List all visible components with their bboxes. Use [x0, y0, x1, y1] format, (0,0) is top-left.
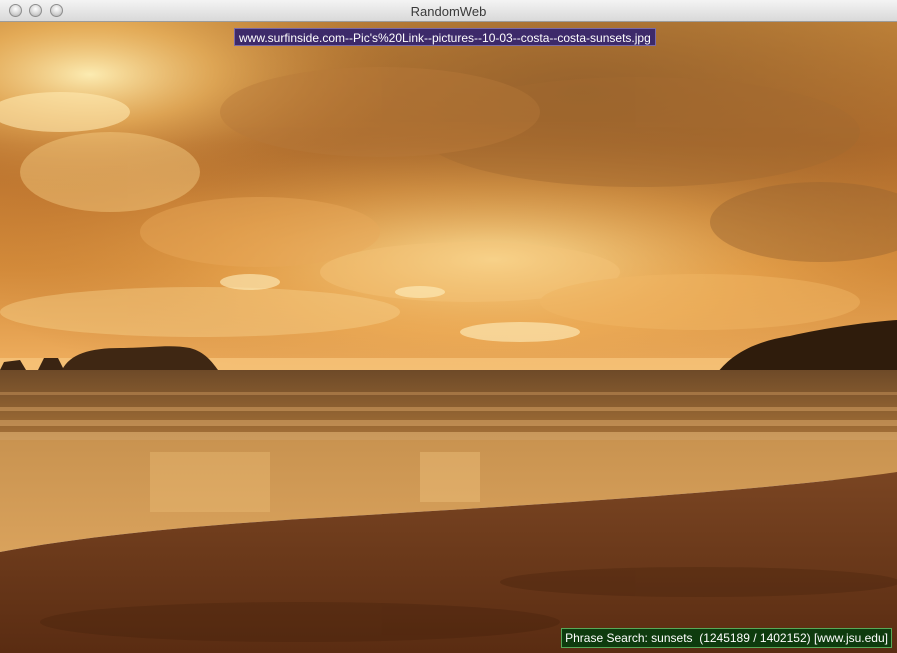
status-label: Phrase Search: sunsets (1245189 / 140215… [561, 628, 892, 648]
window-title: RandomWeb [410, 4, 487, 19]
sunset-beach-photo [0, 22, 897, 653]
image-viewer: www.surfinside.com--Pic's%20Link--pictur… [0, 22, 897, 653]
title-bar[interactable]: RandomWeb [0, 0, 897, 22]
image-source-label[interactable]: www.surfinside.com--Pic's%20Link--pictur… [234, 28, 656, 46]
app-window: RandomWeb www.surfinside.com--Pic's%20Li… [0, 0, 897, 653]
